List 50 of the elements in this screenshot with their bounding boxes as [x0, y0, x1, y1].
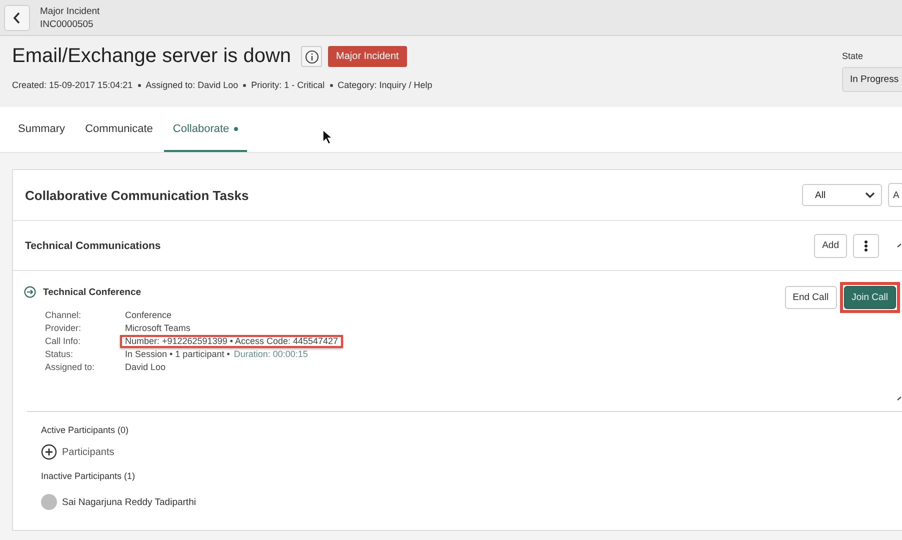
add-participants-button[interactable]: Participants: [41, 444, 114, 460]
separator-dot: [330, 84, 333, 86]
toolbar-button[interactable]: A: [888, 183, 902, 207]
separator-dot: [138, 84, 141, 86]
more-icon: [864, 240, 868, 252]
plus-circle-icon: [41, 444, 57, 460]
participants-heading: Active Participants (0): [41, 424, 129, 437]
record-number: INC0000505: [40, 18, 94, 30]
record-title: Email/Exchange server is down: [12, 45, 292, 68]
task-title: Technical Conference: [43, 286, 142, 298]
add-button[interactable]: Add: [814, 234, 847, 258]
end-call-button[interactable]: End Call: [784, 286, 837, 309]
more-button[interactable]: [853, 234, 879, 258]
field-value: Microsoft Teams: [125, 323, 190, 333]
join-call-button[interactable]: Join Call: [844, 286, 896, 309]
field-value: In Session • 1 participant •: [125, 348, 230, 361]
filter-dropdown[interactable]: All: [802, 184, 882, 206]
field-label: State: [842, 51, 864, 61]
field-label: Provider:: [45, 322, 82, 335]
field-value: David Loo: [125, 362, 166, 372]
field-label: Channel:: [45, 309, 82, 322]
field-label: Call Info:: [45, 335, 82, 348]
chevron-left-icon: [13, 12, 21, 24]
section-title: Technical Communications: [25, 240, 161, 252]
duration-text: Duration: 00:00:15: [234, 348, 308, 361]
field-label: Status:: [45, 348, 74, 361]
field-value: Number: +912262591399 • Access Code: 445547427: [125, 336, 338, 346]
tab[interactable]: Collaborate: [164, 107, 248, 152]
info-button[interactable]: [301, 46, 322, 67]
back-button[interactable]: [4, 4, 30, 30]
tab[interactable]: Communicate: [76, 107, 162, 152]
arrow-circle-icon: [24, 286, 36, 298]
participants-heading: Inactive Participants (1): [41, 470, 136, 483]
meta-text: Assigned to: David Loo: [146, 80, 238, 90]
state-field[interactable]: In Progress: [842, 67, 902, 92]
meta-text: Category: Inquiry / Help: [338, 80, 432, 90]
chevron-down-icon: [865, 192, 875, 198]
field-label: Assigned to:: [45, 361, 96, 374]
meta-text: Created: 15-09-2017 15:04:21: [12, 80, 133, 90]
panel-title: Collaborative Communication Tasks: [25, 188, 249, 202]
field-value: Conference: [125, 310, 172, 320]
separator-dot: [243, 84, 246, 86]
meta-text: Priority: 1 - Critical: [251, 80, 325, 90]
info-icon: [304, 50, 319, 64]
participant-name: Sai Nagarjuna Reddy Tadiparthi: [62, 496, 196, 508]
avatar: [41, 494, 57, 510]
incident-badge: Major Incident: [328, 46, 407, 67]
cursor-icon: [322, 129, 333, 145]
breadcrumb-title: Major Incident: [40, 4, 100, 18]
tab[interactable]: Summary: [9, 107, 74, 152]
